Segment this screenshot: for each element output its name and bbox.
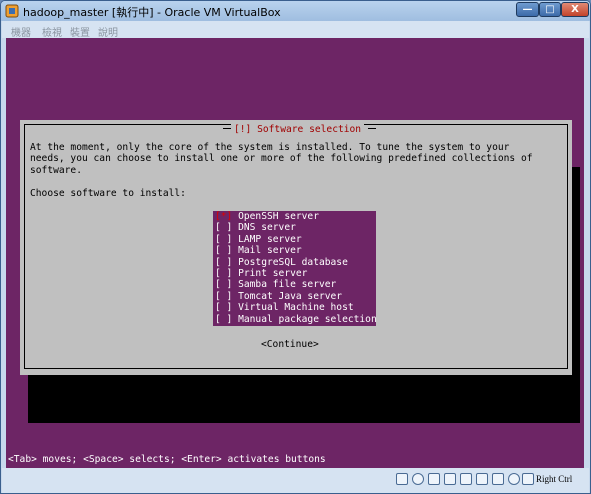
title-rule-left — [223, 128, 231, 129]
window-title: hadoop_master [執行中] - Oracle VM VirtualB… — [23, 6, 281, 19]
capture-icon[interactable] — [492, 473, 504, 485]
checkbox[interactable]: [ ] — [215, 222, 232, 233]
virtualbox-app-icon — [5, 4, 19, 18]
item-label: Manual package selection — [238, 313, 377, 325]
list-item-mail[interactable]: [ ] Mail server — [215, 245, 302, 256]
item-label: PostgreSQL database — [238, 256, 348, 268]
list-item-manual[interactable]: [ ] Manual package selection — [215, 314, 377, 325]
dialog-title: [!] Software selection — [231, 124, 365, 136]
display-icon[interactable] — [476, 473, 488, 485]
menu-help[interactable]: 說明 — [98, 24, 118, 39]
title-bar[interactable]: hadoop_master [執行中] - Oracle VM VirtualB… — [1, 1, 590, 21]
checkbox[interactable]: [ ] — [215, 245, 232, 256]
checkbox[interactable]: [ ] — [215, 279, 232, 290]
maximize-button[interactable]: □ — [539, 2, 561, 17]
shared-folder-icon[interactable] — [460, 473, 472, 485]
item-label: Mail server — [238, 245, 302, 257]
menu-bar: 機器 檢視 裝置 說明 — [2, 21, 589, 39]
list-item-postgresql[interactable]: [ ] PostgreSQL database — [215, 257, 348, 268]
item-label: OpenSSH server — [238, 211, 319, 222]
list-item-samba[interactable]: [ ] Samba file server — [215, 279, 336, 290]
item-label: Virtual Machine host — [238, 302, 354, 314]
keyboard-hint: <Tab> moves; <Space> selects; <Enter> ac… — [8, 454, 326, 465]
title-rule-right — [368, 128, 376, 129]
list-item-vm-host[interactable]: [ ] Virtual Machine host — [215, 302, 354, 313]
menu-devices[interactable]: 裝置 — [70, 24, 90, 39]
item-label: DNS server — [238, 222, 296, 234]
item-label: Tomcat Java server — [238, 290, 343, 302]
cdrom-icon[interactable] — [412, 473, 424, 485]
item-label: LAMP server — [238, 233, 302, 245]
continue-button[interactable]: <Continue> — [261, 339, 319, 350]
software-list: [*] OpenSSH server [ ] DNS server [ ] LA… — [213, 211, 377, 326]
usb-icon[interactable] — [428, 473, 440, 485]
minimize-button[interactable]: — — [516, 2, 539, 17]
keyboard-icon[interactable] — [522, 473, 534, 485]
network-icon[interactable] — [444, 473, 456, 485]
checkbox[interactable]: [ ] — [215, 302, 232, 313]
item-label: Print server — [238, 268, 308, 279]
status-bar: Right Ctrl — [2, 468, 589, 493]
checkbox[interactable]: [ ] — [215, 291, 232, 302]
checkbox[interactable]: [ ] — [215, 268, 232, 279]
intro-text: At the moment, only the core of the syst… — [30, 142, 533, 176]
item-label: Samba file server — [238, 279, 337, 291]
checkbox[interactable]: [ ] — [215, 234, 232, 245]
mouse-integration-icon[interactable] — [508, 473, 520, 485]
vm-screen[interactable]: [!] Software selection At the moment, on… — [6, 38, 584, 468]
host-key-label: Right Ctrl — [536, 474, 573, 484]
list-item-lamp[interactable]: [ ] LAMP server — [215, 234, 302, 245]
checkbox[interactable]: [*] — [215, 211, 232, 222]
list-item-openssh[interactable]: [*] OpenSSH server — [215, 211, 319, 222]
checkbox[interactable]: [ ] — [215, 257, 232, 268]
virtualbox-window: hadoop_master [執行中] - Oracle VM VirtualB… — [0, 0, 591, 494]
choose-prompt: Choose software to install: — [30, 188, 186, 199]
checkbox[interactable]: [ ] — [215, 314, 232, 325]
hdd-icon[interactable] — [396, 473, 408, 485]
menu-machine[interactable]: 機器 — [11, 24, 31, 39]
software-selection-dialog: [!] Software selection At the moment, on… — [20, 120, 572, 375]
menu-view[interactable]: 檢視 — [42, 24, 62, 39]
list-item-dns[interactable]: [ ] DNS server — [215, 222, 296, 233]
list-item-tomcat[interactable]: [ ] Tomcat Java server — [215, 291, 342, 302]
list-item-print[interactable]: [ ] Print server — [215, 268, 307, 279]
close-button[interactable]: X — [561, 2, 589, 17]
